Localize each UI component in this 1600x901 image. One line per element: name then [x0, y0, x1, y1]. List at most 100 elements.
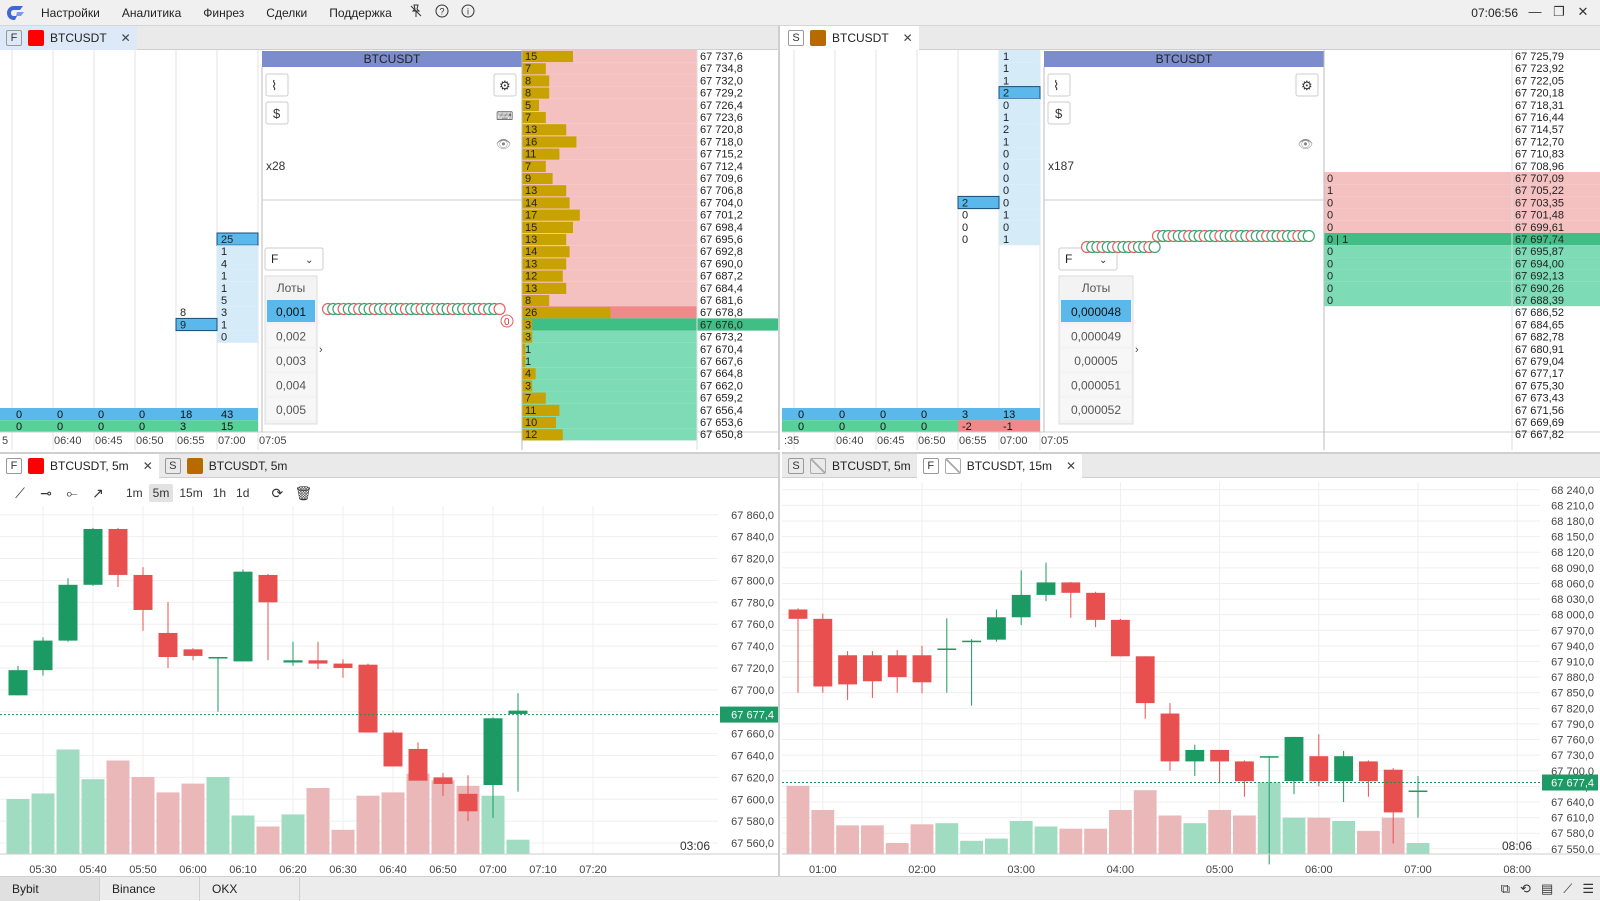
candle-body[interactable] — [183, 649, 203, 656]
ladder-row[interactable] — [522, 391, 697, 404]
ladder-price[interactable]: 67 704,0 — [700, 197, 743, 209]
layout-icon[interactable]: ▤ — [1541, 881, 1553, 897]
ladder-price[interactable]: 67 737,6 — [700, 51, 743, 63]
candle-body[interactable] — [283, 660, 303, 663]
candlestick-chart[interactable]: 68 240,0 68 210,0 68 180,0 68 150,0 68 120,0… — [782, 478, 1600, 876]
ladder-row[interactable] — [522, 342, 697, 355]
eye-icon[interactable]: 👁 — [496, 137, 511, 151]
exchange-okx[interactable]: OKX — [200, 876, 300, 901]
candle-body[interactable] — [1334, 756, 1354, 782]
ladder-price[interactable]: 67 690,26 — [1515, 283, 1564, 295]
chevron-right-icon[interactable]: › — [1135, 344, 1139, 356]
tab-btcusdt-futures-15m[interactable]: F BTCUSDT, 15m ✕ — [916, 454, 1083, 478]
ladder-price[interactable]: 67 714,57 — [1515, 124, 1564, 136]
candle-body[interactable] — [8, 670, 28, 696]
ladder-price[interactable]: 67 688,39 — [1515, 295, 1564, 307]
ladder-price[interactable]: 67 653,6 — [700, 417, 743, 429]
tab-btcusdt-spot-5m[interactable]: S BTCUSDT, 5m — [782, 454, 917, 478]
menu-settings[interactable]: Настройки — [30, 6, 111, 20]
unpin-icon[interactable] — [403, 4, 429, 21]
tab-btcusdt-futures[interactable]: F BTCUSDT ✕ — [0, 26, 137, 50]
candle-body[interactable] — [1061, 582, 1081, 593]
ladder-price[interactable]: 67 706,8 — [700, 185, 743, 197]
ladder-price[interactable]: 67 673,43 — [1515, 393, 1564, 405]
ladder-price[interactable]: 67 718,31 — [1515, 100, 1564, 112]
ladder-price[interactable]: 67 692,13 — [1515, 271, 1564, 283]
candle-body[interactable] — [408, 748, 428, 781]
candle-body[interactable] — [483, 718, 503, 786]
exchange-binance[interactable]: Binance — [100, 876, 200, 901]
ladder-price[interactable]: 67 726,4 — [700, 100, 743, 112]
ladder-price[interactable]: 67 679,04 — [1515, 356, 1564, 368]
ladder-price[interactable]: 67 734,8 — [700, 63, 743, 75]
candle-body[interactable] — [1011, 594, 1031, 618]
ladder-row[interactable] — [1324, 184, 1512, 197]
candle-body[interactable] — [1036, 582, 1056, 595]
candle-body[interactable] — [83, 528, 103, 585]
ladder-price[interactable]: 67 716,44 — [1515, 112, 1564, 124]
ladder-price[interactable]: 67 705,22 — [1515, 185, 1564, 197]
candle-body[interactable] — [912, 655, 932, 683]
ladder-row[interactable] — [1324, 196, 1512, 209]
candle-body[interactable] — [1086, 592, 1106, 620]
candle-body[interactable] — [333, 663, 353, 668]
ladder-price[interactable]: 67 729,2 — [700, 88, 743, 100]
candle-body[interactable] — [1309, 756, 1329, 782]
candle-body[interactable] — [108, 528, 128, 575]
candle-body[interactable] — [1160, 713, 1180, 762]
close-window-icon[interactable]: ✕ — [1574, 4, 1592, 20]
candle-body[interactable] — [986, 617, 1006, 640]
ladder-price[interactable]: 67 703,35 — [1515, 197, 1564, 209]
chart-settings-icon[interactable]: ⟋ — [1563, 881, 1572, 897]
close-tab-icon[interactable]: ✕ — [143, 459, 153, 473]
ladder-price[interactable]: 67 701,2 — [700, 210, 743, 222]
ladder-price[interactable]: 67 662,0 — [700, 380, 743, 392]
ladder-price[interactable]: 67 695,87 — [1515, 246, 1564, 258]
close-tab-icon[interactable]: ✕ — [903, 31, 913, 45]
ladder-row[interactable] — [1324, 245, 1512, 258]
ladder-price[interactable]: 67 709,6 — [700, 173, 743, 185]
keyboard-icon[interactable]: ⌨ — [496, 109, 513, 123]
ladder-price[interactable]: 67 670,4 — [700, 344, 743, 356]
dom-ladder[interactable]: 111201210000010120000 0 0 0 3 130 0 0 0 -2 -1:35 06… — [782, 50, 1600, 450]
candle-body[interactable] — [1259, 756, 1279, 758]
ladder-price[interactable]: 67 684,65 — [1515, 319, 1564, 331]
tab-btcusdt-spot[interactable]: S BTCUSDT ✕ — [782, 26, 919, 50]
ladder-price[interactable]: 67 712,70 — [1515, 136, 1564, 148]
candle-body[interactable] — [158, 632, 178, 658]
ladder-row[interactable] — [1324, 257, 1512, 270]
ladder-row[interactable] — [522, 355, 697, 368]
candle-body[interactable] — [1185, 749, 1205, 762]
ladder-price[interactable]: 67 678,8 — [700, 307, 743, 319]
ladder-price[interactable]: 67 695,6 — [700, 234, 743, 246]
ladder-price[interactable]: 67 650,8 — [700, 429, 743, 441]
candle-body[interactable] — [508, 710, 528, 714]
ladder-price[interactable]: 67 680,91 — [1515, 344, 1564, 356]
ladder-price[interactable]: 67 690,0 — [700, 258, 743, 270]
ladder-price[interactable]: 67 684,4 — [700, 283, 743, 295]
ladder-row[interactable] — [522, 98, 697, 111]
candlestick-chart[interactable]: 67 860,0 67 840,0 67 820,0 67 800,0 67 780,0… — [0, 478, 780, 876]
close-tab-icon[interactable]: ✕ — [121, 31, 131, 45]
ladder-row[interactable] — [1324, 294, 1512, 307]
ladder-price[interactable]: 67 667,82 — [1515, 429, 1564, 441]
ladder-price[interactable]: 67 707,09 — [1515, 173, 1564, 185]
exchange-bybit[interactable]: Bybit — [0, 876, 100, 901]
info-icon[interactable]: i — [455, 4, 481, 21]
ladder-price[interactable]: 67 712,4 — [700, 161, 743, 173]
candle-body[interactable] — [962, 640, 982, 643]
ladder-price[interactable]: 67 687,2 — [700, 271, 743, 283]
candle-body[interactable] — [433, 777, 453, 784]
ladder-row[interactable] — [522, 330, 697, 343]
candle-body[interactable] — [133, 574, 153, 610]
ladder-price[interactable]: 67 659,2 — [700, 393, 743, 405]
ladder-price[interactable]: 67 692,8 — [700, 246, 743, 258]
candle-body[interactable] — [788, 609, 808, 619]
candle-body[interactable] — [383, 732, 403, 767]
candle-body[interactable] — [458, 793, 478, 812]
candle-body[interactable] — [1284, 736, 1304, 782]
ladder-price[interactable]: 67 720,8 — [700, 124, 743, 136]
candle-body[interactable] — [1135, 656, 1155, 704]
ladder-row[interactable] — [1324, 269, 1512, 282]
candle-body[interactable] — [838, 655, 858, 685]
